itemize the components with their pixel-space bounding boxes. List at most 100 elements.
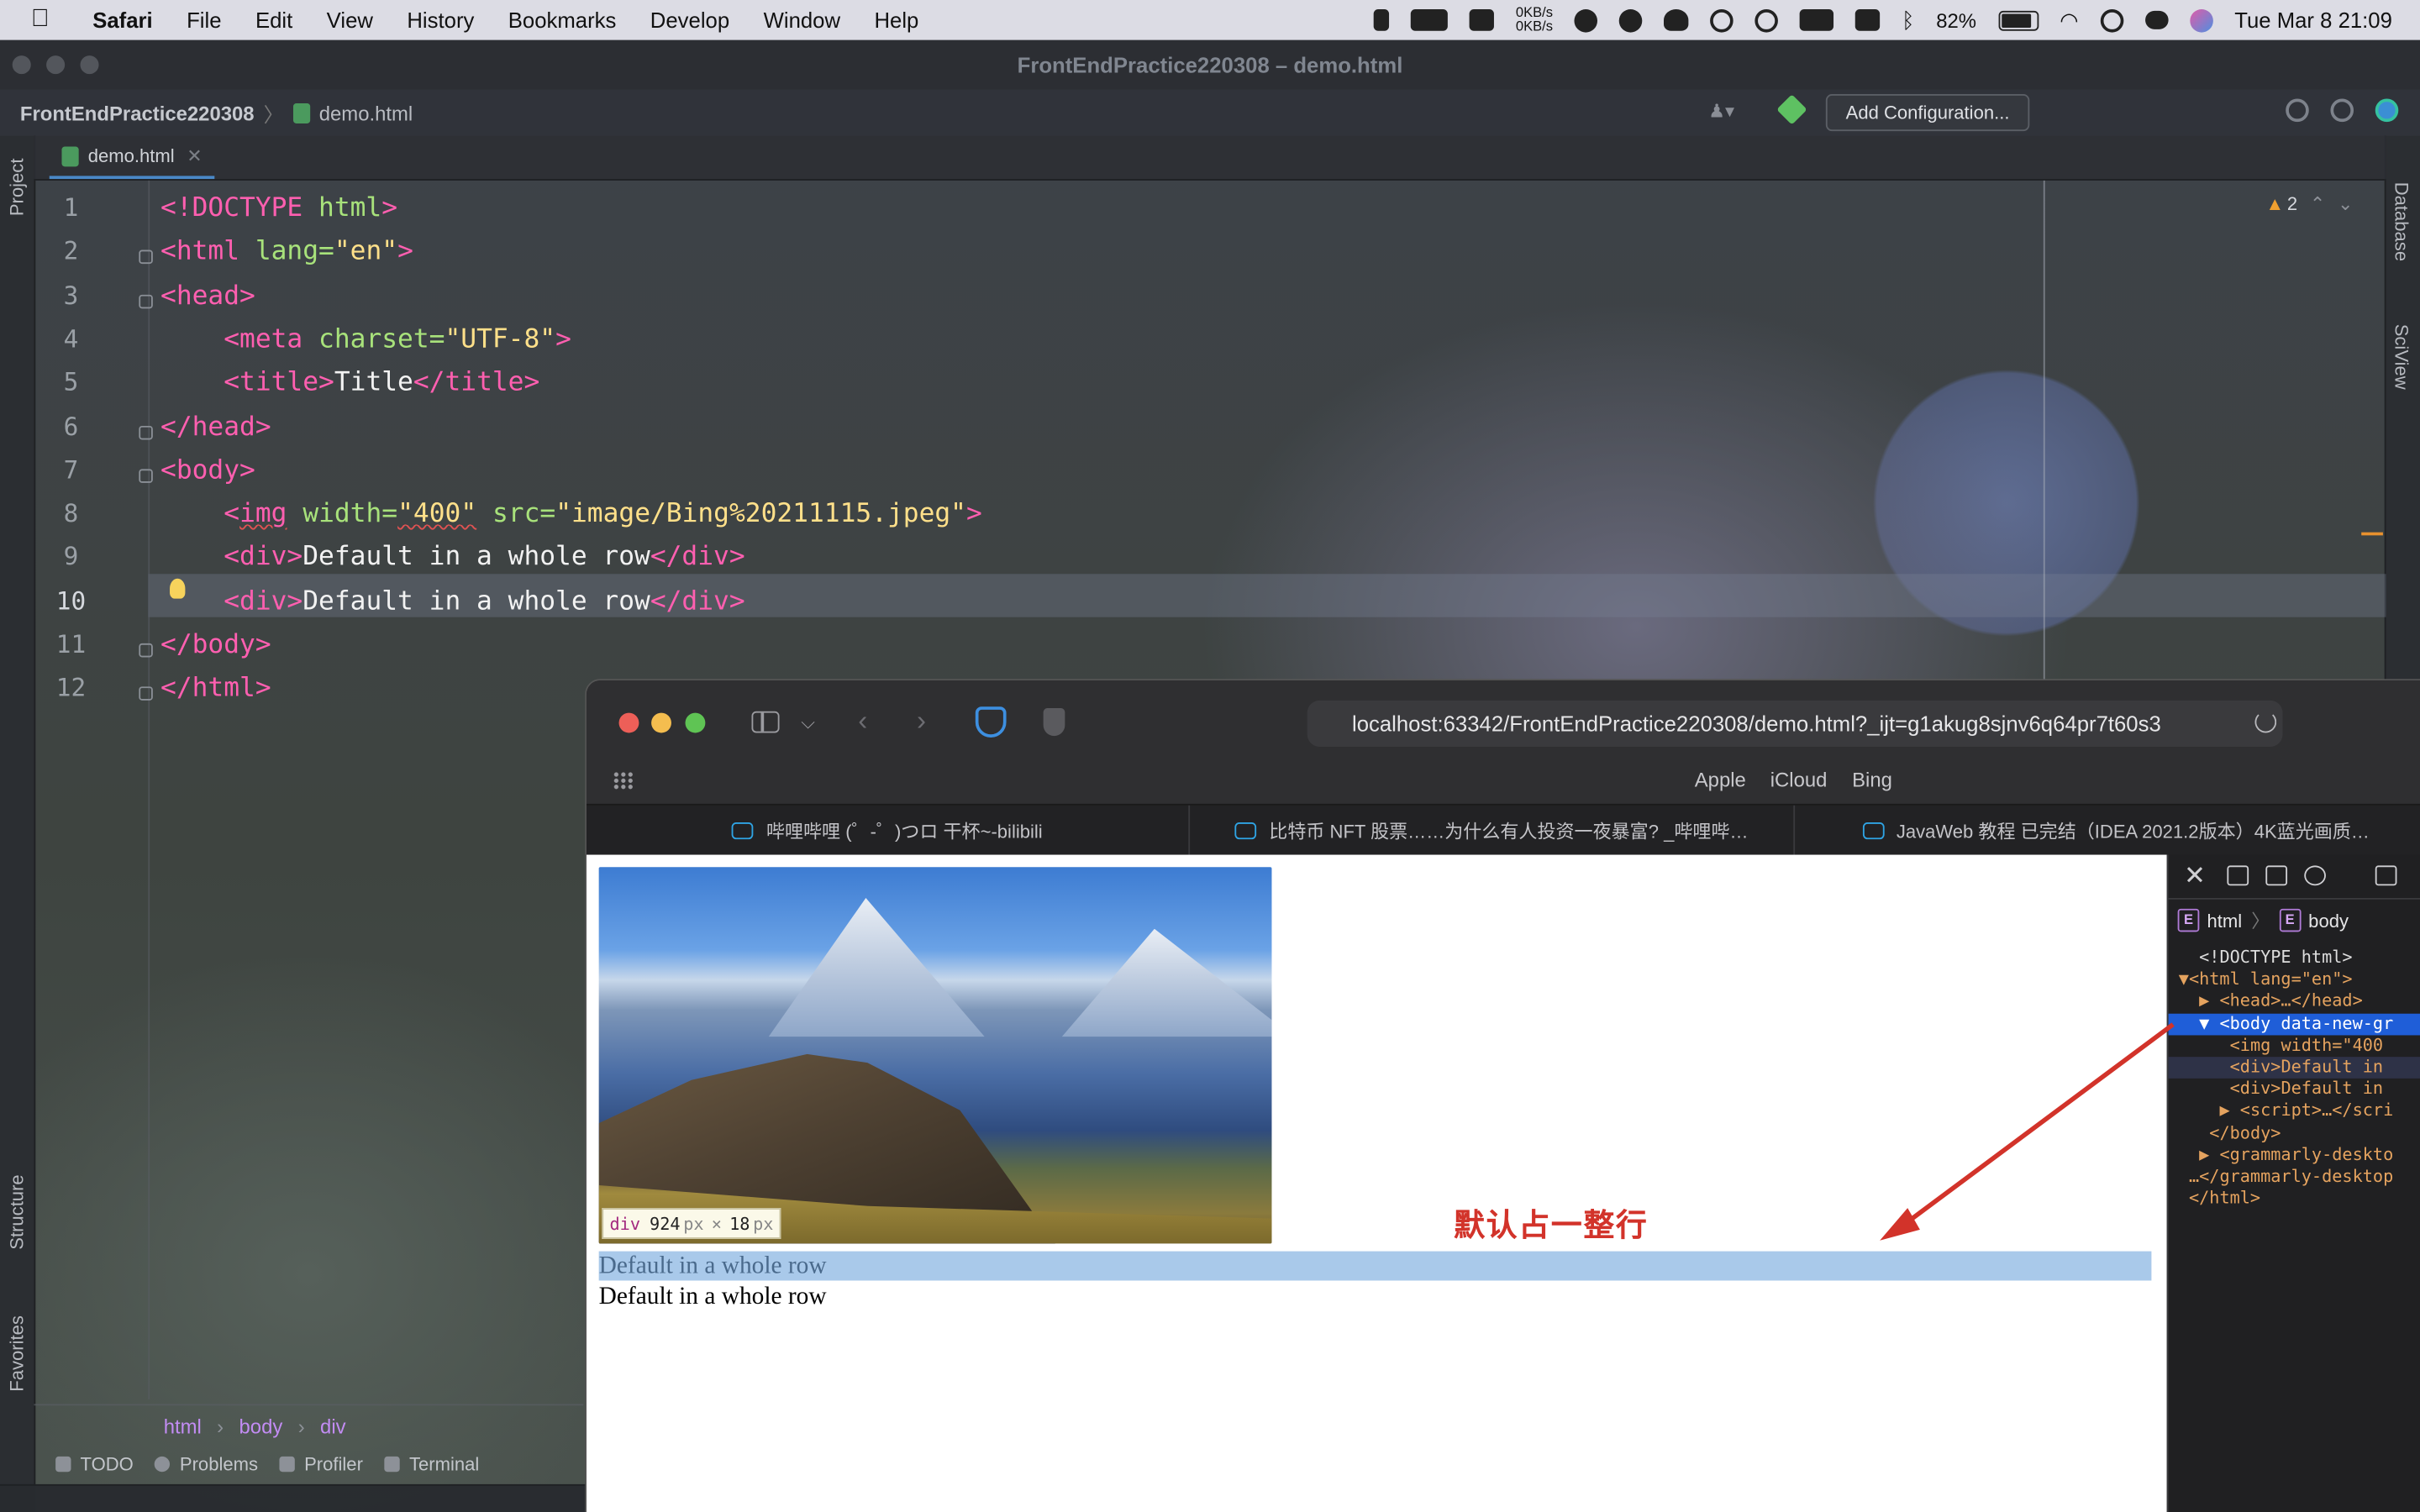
browser-tab[interactable]: 比特币 NFT 股票……为什么有人投资一夜暴富? _哔哩哔…: [1190, 805, 1796, 855]
menu-bookmarks[interactable]: Bookmarks: [508, 8, 617, 32]
inspector-crumb-html[interactable]: html: [2207, 910, 2243, 932]
breadcrumb-file[interactable]: demo.html: [319, 101, 413, 124]
code-line[interactable]: <meta charset="UTF-8">: [160, 318, 571, 360]
menu-file[interactable]: File: [187, 8, 221, 32]
qq-penguin-icon[interactable]: [1664, 9, 1689, 31]
cat-head-icon[interactable]: [1469, 9, 1495, 31]
close-icon[interactable]: ✕: [2184, 861, 2206, 892]
crumb-body[interactable]: body: [239, 1414, 283, 1437]
gear-icon[interactable]: [2330, 98, 2354, 123]
dom-node[interactable]: ▶ <script>…</scri: [2169, 1100, 2420, 1122]
clock-datetime[interactable]: Tue Mar 8 21:09: [2234, 8, 2392, 32]
adblock-shield-icon[interactable]: [975, 706, 1007, 738]
cat-icon[interactable]: [1410, 9, 1449, 31]
lightbulb-icon[interactable]: [170, 578, 186, 599]
code-line[interactable]: <div>Default in a whole row</div>: [160, 536, 744, 579]
sidebar-icon[interactable]: [751, 711, 780, 733]
detach-window-icon[interactable]: [2265, 865, 2288, 886]
scrollbar-warning-marker[interactable]: [2361, 532, 2383, 536]
prev-highlight-icon[interactable]: ⌃: [2310, 193, 2325, 215]
code-line[interactable]: </html>: [160, 667, 271, 710]
minimize-button[interactable]: [46, 55, 66, 75]
code-line[interactable]: <body>: [160, 449, 255, 491]
menu-view[interactable]: View: [327, 8, 373, 32]
favorite-icloud[interactable]: iCloud: [1770, 769, 1828, 792]
inspector-crumb-body[interactable]: body: [2308, 910, 2349, 932]
code-line[interactable]: </body>: [160, 623, 271, 666]
dom-node[interactable]: ▼ <body data-new-gr: [2168, 1012, 2420, 1035]
reload-icon[interactable]: [2254, 711, 2277, 733]
network-speed[interactable]: 0KB/s 0KB/s: [1516, 5, 1553, 34]
play-icon[interactable]: [1710, 8, 1733, 32]
code-line[interactable]: <html lang="en">: [160, 230, 413, 273]
fold-marker-icon[interactable]: [139, 468, 153, 483]
search-icon[interactable]: [2286, 98, 2309, 123]
next-highlight-icon[interactable]: ⌄: [2338, 193, 2353, 215]
favorite-bing[interactable]: Bing: [1852, 769, 1892, 792]
dom-node[interactable]: </body>: [2169, 1122, 2420, 1144]
forward-icon[interactable]: ›: [917, 705, 926, 738]
menu-develop[interactable]: Develop: [650, 8, 729, 32]
zoom-button[interactable]: [80, 55, 99, 75]
battery-percent[interactable]: 82%: [1936, 8, 1976, 32]
terminal-tool-button[interactable]: Terminal: [384, 1453, 479, 1475]
stack-icon[interactable]: [1799, 9, 1834, 31]
privacy-report-icon[interactable]: [1043, 708, 1065, 737]
dom-node[interactable]: ▼<html lang="en">: [2169, 969, 2420, 991]
p-app-icon[interactable]: [1618, 8, 1643, 32]
dom-node[interactable]: …</grammarly-desktop: [2169, 1166, 2420, 1188]
address-bar[interactable]: localhost:63342/FrontEndPractice220308/d…: [1307, 700, 2283, 747]
todo-tool-button[interactable]: TODO: [55, 1453, 134, 1475]
battery-icon[interactable]: [1997, 9, 2039, 30]
time-machine-icon[interactable]: [1754, 8, 1779, 32]
wifi-icon[interactable]: ◠: [2060, 7, 2078, 33]
fold-marker-icon[interactable]: [139, 250, 153, 265]
code-line[interactable]: <head>: [160, 274, 255, 317]
dom-node[interactable]: </html>: [2169, 1188, 2420, 1210]
fold-marker-icon[interactable]: [139, 643, 153, 658]
close-tab-icon[interactable]: ✕: [187, 145, 202, 167]
code-line[interactable]: <!DOCTYPE html>: [160, 186, 397, 229]
code-line[interactable]: <img width="400" src="image/Bing%2021111…: [160, 492, 982, 535]
menu-help[interactable]: Help: [874, 8, 918, 32]
problems-tool-button[interactable]: Problems: [155, 1453, 258, 1475]
inspection-widget[interactable]: ▲ 2 ⌃ ⌄: [2265, 193, 2353, 215]
menubar-app-icon[interactable]: [1373, 9, 1390, 31]
dom-node[interactable]: <div>Default in: [2169, 1079, 2420, 1100]
spotlight-search-icon[interactable]: [2100, 8, 2123, 32]
menu-window[interactable]: Window: [764, 8, 840, 32]
layout-icon[interactable]: [2375, 865, 2397, 886]
dom-node[interactable]: ▶ <head>…</head>: [2169, 991, 2420, 1013]
control-center-icon[interactable]: [2144, 10, 2169, 29]
input-method-icon[interactable]: [1854, 9, 1881, 31]
favorite-apple[interactable]: Apple: [1695, 769, 1746, 792]
crumb-div[interactable]: div: [320, 1414, 346, 1437]
dom-tree[interactable]: <!DOCTYPE html> ▼<html lang="en"> ▶ <hea…: [2168, 948, 2420, 1210]
breadcrumb-project[interactable]: FrontEndPractice220308: [20, 101, 255, 124]
fold-marker-icon[interactable]: [139, 686, 153, 701]
minimize-button[interactable]: [651, 712, 671, 733]
close-button[interactable]: [12, 55, 31, 75]
crosshair-icon[interactable]: [2304, 865, 2326, 886]
dom-node[interactable]: <!DOCTYPE html>: [2169, 948, 2420, 969]
apple-menu-icon[interactable]: : [31, 6, 59, 34]
chevron-down-icon[interactable]: ⌵: [801, 711, 815, 735]
dom-node[interactable]: ▶ <grammarly-deskto: [2169, 1144, 2420, 1166]
back-icon[interactable]: ‹: [858, 705, 867, 738]
tab-demo-html[interactable]: demo.html ✕: [49, 136, 215, 180]
siri-icon[interactable]: [2189, 8, 2213, 32]
structure-tool-tab[interactable]: Structure: [6, 1174, 28, 1249]
dom-node[interactable]: <div>Default in: [2168, 1057, 2420, 1079]
favorites-tool-tab[interactable]: Favorites: [6, 1315, 28, 1392]
close-button[interactable]: [618, 712, 639, 733]
user-icon[interactable]: ♟▾: [1708, 100, 1745, 122]
fold-marker-icon[interactable]: [139, 425, 153, 439]
code-line[interactable]: </head>: [160, 405, 271, 448]
browser-tab[interactable]: JavaWeb 教程 已完结（IDEA 2021.2版本）4K蓝光画质…: [1795, 806, 2420, 855]
bluetooth-icon[interactable]: ᛒ: [1902, 8, 1914, 32]
project-tool-tab[interactable]: Project: [6, 159, 28, 217]
sciview-tool-tab[interactable]: SciView: [2391, 324, 2412, 390]
build-hammer-icon[interactable]: [1776, 94, 1807, 125]
menu-app-name[interactable]: Safari: [92, 8, 152, 32]
jetbrains-icon[interactable]: [2375, 98, 2399, 123]
